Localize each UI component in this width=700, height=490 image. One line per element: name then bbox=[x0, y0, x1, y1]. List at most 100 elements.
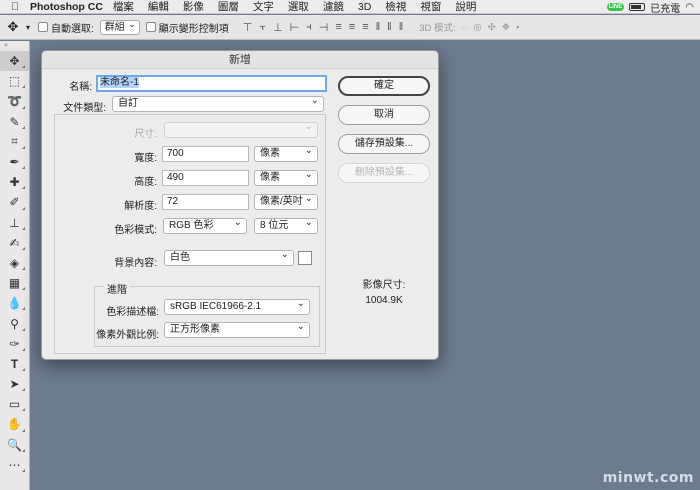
marquee-tool-icon[interactable]: ⬚ bbox=[0, 71, 29, 91]
size-label: 尺寸: bbox=[134, 129, 157, 140]
battery-icon[interactable] bbox=[629, 3, 646, 11]
align-hcenter-icon[interactable]: ⫞ bbox=[306, 21, 312, 34]
type-tool-icon[interactable]: T bbox=[0, 354, 29, 374]
menu-layer[interactable]: 圖層 bbox=[218, 0, 239, 14]
eraser-tool-icon[interactable]: ◈ bbox=[0, 253, 29, 273]
distribute-top-icon[interactable]: ≡ bbox=[335, 21, 341, 34]
mode-3d-label: 3D 模式: bbox=[419, 23, 456, 34]
color-profile-dropdown[interactable]: sRGB IEC61966-2.1 bbox=[164, 297, 310, 315]
menu-edit[interactable]: 編輯 bbox=[148, 0, 169, 14]
pixel-aspect-label: 像素外觀比例: bbox=[96, 330, 159, 341]
align-top-icon[interactable]: ⊤ bbox=[243, 21, 253, 34]
roll-3d-icon[interactable]: ◎ bbox=[473, 22, 481, 33]
rectangle-tool-icon[interactable]: ▭ bbox=[0, 394, 29, 414]
hand-tool-icon[interactable]: ✋ bbox=[0, 414, 29, 434]
brush-tool-icon[interactable]: ✐ bbox=[0, 192, 29, 212]
color-profile-label: 色彩描述檔: bbox=[106, 307, 159, 318]
save-preset-button[interactable]: 儲存預設集... bbox=[338, 134, 430, 154]
menu-window[interactable]: 視窗 bbox=[420, 0, 441, 14]
mode-3d-group: 3D 模式: ◌ ◎ ✣ ❖ ▪ bbox=[419, 20, 519, 35]
name-label: 名稱: bbox=[69, 82, 92, 93]
delete-preset-button[interactable]: 刪除預設集... bbox=[338, 163, 430, 183]
ok-button[interactable]: 確定 bbox=[338, 76, 430, 96]
line-app-icon[interactable]: LINE bbox=[606, 3, 625, 11]
apple-menu-icon[interactable]:  bbox=[0, 1, 30, 13]
menu-view[interactable]: 檢視 bbox=[385, 0, 406, 14]
chevron-down-icon[interactable]: ▾ bbox=[26, 23, 30, 32]
background-color-swatch[interactable] bbox=[298, 251, 312, 265]
blur-tool-icon[interactable]: 💧 bbox=[0, 293, 29, 313]
pixel-aspect-dropdown[interactable]: 正方形像素 bbox=[164, 320, 310, 338]
battery-status[interactable]: 已充電 bbox=[650, 0, 680, 15]
bit-depth-dropdown[interactable]: 8 位元 bbox=[254, 216, 318, 234]
color-mode-label: 色彩模式: bbox=[114, 225, 157, 236]
menu-select[interactable]: 選取 bbox=[288, 0, 309, 14]
width-label: 寬度: bbox=[134, 153, 157, 164]
lasso-tool-icon[interactable]: ➰ bbox=[0, 91, 29, 111]
collapse-icon[interactable]: » bbox=[0, 41, 29, 51]
document-type-dropdown[interactable]: 自訂 bbox=[112, 94, 324, 112]
name-value: 未命名-1 bbox=[100, 77, 139, 88]
distribute-right-icon[interactable]: ‖ bbox=[399, 21, 404, 34]
gradient-tool-icon[interactable]: ▦ bbox=[0, 273, 29, 293]
eyedropper-tool-icon[interactable]: ✒ bbox=[0, 152, 29, 172]
menu-filter[interactable]: 濾鏡 bbox=[323, 0, 344, 14]
height-input[interactable]: 490 bbox=[162, 170, 249, 186]
dialog-title: 新增 bbox=[42, 51, 438, 69]
advanced-title[interactable]: 進階 bbox=[104, 281, 130, 296]
align-right-icon[interactable]: ⊣ bbox=[319, 21, 329, 34]
align-bottom-icon[interactable]: ⊥ bbox=[273, 21, 283, 34]
app-menu[interactable]: Photoshop CC bbox=[30, 1, 103, 13]
scale-3d-icon[interactable]: ▪ bbox=[516, 22, 519, 33]
distribute-bottom-icon[interactable]: ≡ bbox=[362, 21, 368, 34]
document-type-label: 文件類型: bbox=[63, 103, 106, 114]
clone-stamp-tool-icon[interactable]: ⊥ bbox=[0, 213, 29, 233]
drag-3d-icon[interactable]: ✣ bbox=[488, 22, 496, 33]
options-bar: ✥ ▾ 自動選取: 群組 顯示變形控制項 ⊤ ⫟ ⊥ ⊢ ⫞ ⊣ ≡ ≡ ≡ ‖… bbox=[0, 15, 700, 40]
wifi-icon[interactable]: ◠ bbox=[685, 2, 694, 13]
color-mode-dropdown[interactable]: RGB 色彩 bbox=[163, 216, 247, 234]
zoom-tool-icon[interactable]: 🔍 bbox=[0, 435, 29, 455]
healing-brush-tool-icon[interactable]: ✚ bbox=[0, 172, 29, 192]
cancel-button[interactable]: 取消 bbox=[338, 105, 430, 125]
auto-select-checkbox[interactable] bbox=[38, 22, 49, 32]
align-vcenter-icon[interactable]: ⫟ bbox=[259, 21, 266, 34]
resolution-input[interactable]: 72 bbox=[162, 194, 249, 210]
pen-tool-icon[interactable]: ✑ bbox=[0, 334, 29, 354]
height-unit-dropdown[interactable]: 像素 bbox=[254, 168, 318, 186]
crop-tool-icon[interactable]: ⌗ bbox=[0, 132, 29, 152]
history-brush-tool-icon[interactable]: ✍ bbox=[0, 233, 29, 253]
edit-toolbar-icon[interactable]: ⋯ bbox=[0, 455, 29, 475]
align-buttons: ⊤ ⫟ ⊥ ⊢ ⫞ ⊣ ≡ ≡ ≡ ‖ ‖ ‖ bbox=[243, 21, 403, 34]
move-tool-icon[interactable]: ✥ bbox=[0, 51, 29, 72]
name-input[interactable]: 未命名-1 bbox=[96, 75, 327, 92]
show-transform-checkbox[interactable] bbox=[145, 22, 156, 32]
image-size-value: 1004.9K bbox=[365, 295, 403, 306]
menu-type[interactable]: 文字 bbox=[253, 0, 274, 14]
quick-select-tool-icon[interactable]: ✎ bbox=[0, 112, 29, 132]
image-size-label: 影像尺寸: bbox=[362, 280, 406, 291]
menu-help[interactable]: 說明 bbox=[455, 0, 476, 14]
dodge-tool-icon[interactable]: ⚲ bbox=[0, 313, 29, 333]
resolution-unit-dropdown[interactable]: 像素/英吋 bbox=[254, 192, 318, 210]
distribute-left-icon[interactable]: ‖ bbox=[376, 21, 381, 34]
menu-bar:  Photoshop CC 檔案 編輯 影像 圖層 文字 選取 濾鏡 3D 檢… bbox=[0, 0, 700, 15]
menu-image[interactable]: 影像 bbox=[183, 0, 204, 14]
path-select-tool-icon[interactable]: ➤ bbox=[0, 374, 29, 394]
slide-3d-icon[interactable]: ❖ bbox=[502, 22, 511, 33]
new-document-dialog: 新增 名稱: 未命名-1 文件類型: 自訂 尺寸: 寬度: 700 像素 高度:… bbox=[41, 50, 439, 360]
distribute-vcenter-icon[interactable]: ≡ bbox=[349, 21, 355, 34]
move-tool-icon[interactable]: ✥ bbox=[0, 19, 26, 35]
menu-3d[interactable]: 3D bbox=[358, 1, 371, 13]
width-unit-dropdown[interactable]: 像素 bbox=[254, 144, 318, 162]
background-dropdown[interactable]: 白色 bbox=[164, 248, 294, 266]
rotate-3d-icon[interactable]: ◌ bbox=[462, 22, 468, 33]
size-dropdown[interactable] bbox=[164, 120, 318, 138]
watermark: minwt.com bbox=[602, 470, 694, 486]
menu-file[interactable]: 檔案 bbox=[113, 0, 134, 14]
width-input[interactable]: 700 bbox=[162, 146, 249, 162]
auto-select-label: 自動選取: bbox=[51, 23, 94, 35]
auto-select-dropdown[interactable]: 群組 bbox=[99, 18, 140, 35]
distribute-hcenter-icon[interactable]: ‖ bbox=[387, 21, 392, 34]
align-left-icon[interactable]: ⊢ bbox=[290, 21, 300, 34]
